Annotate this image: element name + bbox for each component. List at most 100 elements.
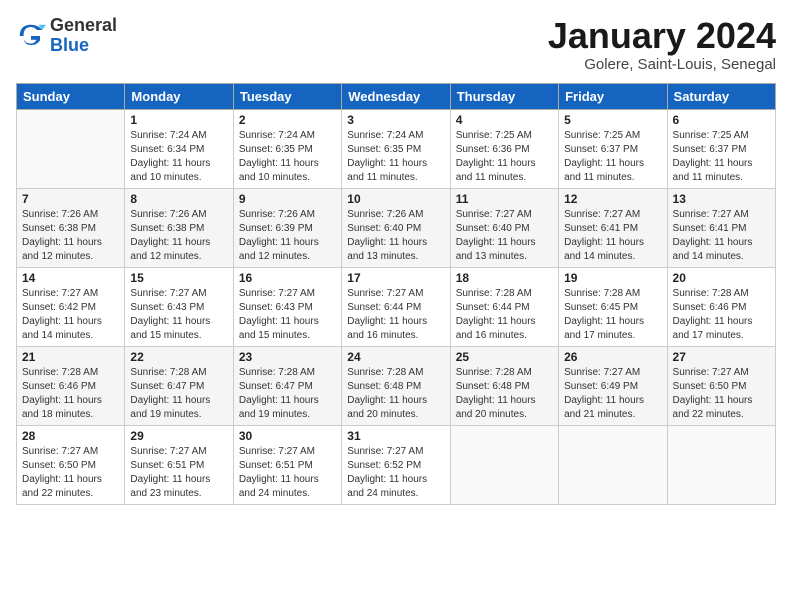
- calendar-cell: 8Sunrise: 7:26 AM Sunset: 6:38 PM Daylig…: [125, 188, 233, 267]
- calendar-cell: 13Sunrise: 7:27 AM Sunset: 6:41 PM Dayli…: [667, 188, 775, 267]
- calendar-cell: 3 Sunrise: 7:24 AM Sunset: 6:35 PM Daylig…: [342, 109, 450, 188]
- calendar-cell: 21Sunrise: 7:28 AM Sunset: 6:46 PM Dayli…: [17, 346, 125, 425]
- day-info: Sunrise: 7:27 AM Sunset: 6:44 PM Dayligh…: [347, 287, 444, 343]
- calendar-cell: [559, 425, 667, 504]
- day-number: 31: [347, 429, 444, 443]
- day-number: 16: [239, 271, 336, 285]
- day-header-tuesday: Tuesday: [233, 83, 341, 109]
- calendar-cell: 22Sunrise: 7:28 AM Sunset: 6:47 PM Dayli…: [125, 346, 233, 425]
- day-number: 12: [564, 192, 661, 206]
- day-number: 23: [239, 350, 336, 364]
- title-block: January 2024 Golere, Saint-Louis, Senega…: [548, 16, 776, 73]
- day-info: Sunrise: 7:28 AM Sunset: 6:48 PM Dayligh…: [456, 366, 553, 422]
- day-info: Sunrise: 7:25 AM Sunset: 6:37 PM Dayligh…: [673, 129, 770, 185]
- day-header-monday: Monday: [125, 83, 233, 109]
- day-header-wednesday: Wednesday: [342, 83, 450, 109]
- calendar-week-5: 28 Sunrise: 7:27 AM Sunset: 6:50 PM Dayli…: [17, 425, 776, 504]
- calendar-cell: 25 Sunrise: 7:28 AM Sunset: 6:48 PM Dayli…: [450, 346, 558, 425]
- calendar-table: SundayMondayTuesdayWednesdayThursdayFrid…: [16, 83, 776, 505]
- day-info: Sunrise: 7:25 AM Sunset: 6:37 PM Dayligh…: [564, 129, 661, 185]
- day-info: Sunrise: 7:26 AM Sunset: 6:39 PM Dayligh…: [239, 208, 336, 264]
- calendar-week-3: 14Sunrise: 7:27 AM Sunset: 6:42 PM Dayli…: [17, 267, 776, 346]
- day-number: 13: [673, 192, 770, 206]
- calendar-cell: 16 Sunrise: 7:27 AM Sunset: 6:43 PM Dayli…: [233, 267, 341, 346]
- calendar-cell: 19 Sunrise: 7:28 AM Sunset: 6:45 PM Dayli…: [559, 267, 667, 346]
- day-info: Sunrise: 7:27 AM Sunset: 6:50 PM Dayligh…: [22, 445, 119, 501]
- day-number: 8: [130, 192, 227, 206]
- day-header-thursday: Thursday: [450, 83, 558, 109]
- day-info: Sunrise: 7:27 AM Sunset: 6:50 PM Dayligh…: [673, 366, 770, 422]
- day-info: Sunrise: 7:26 AM Sunset: 6:38 PM Dayligh…: [22, 208, 119, 264]
- logo: General Blue: [16, 16, 117, 56]
- day-number: 3: [347, 113, 444, 127]
- day-info: Sunrise: 7:25 AM Sunset: 6:36 PM Dayligh…: [456, 129, 553, 185]
- calendar-cell: 18 Sunrise: 7:28 AM Sunset: 6:44 PM Dayli…: [450, 267, 558, 346]
- calendar-cell: [450, 425, 558, 504]
- calendar-cell: 4 Sunrise: 7:25 AM Sunset: 6:36 PM Daylig…: [450, 109, 558, 188]
- day-info: Sunrise: 7:27 AM Sunset: 6:40 PM Dayligh…: [456, 208, 553, 264]
- day-info: Sunrise: 7:27 AM Sunset: 6:43 PM Dayligh…: [239, 287, 336, 343]
- day-info: Sunrise: 7:28 AM Sunset: 6:46 PM Dayligh…: [22, 366, 119, 422]
- calendar-cell: 23 Sunrise: 7:28 AM Sunset: 6:47 PM Dayli…: [233, 346, 341, 425]
- day-info: Sunrise: 7:27 AM Sunset: 6:41 PM Dayligh…: [564, 208, 661, 264]
- day-number: 18: [456, 271, 553, 285]
- page-container: General Blue January 2024 Golere, Saint-…: [0, 0, 792, 612]
- day-info: Sunrise: 7:26 AM Sunset: 6:40 PM Dayligh…: [347, 208, 444, 264]
- day-header-friday: Friday: [559, 83, 667, 109]
- day-header-saturday: Saturday: [667, 83, 775, 109]
- day-number: 10: [347, 192, 444, 206]
- day-info: Sunrise: 7:28 AM Sunset: 6:48 PM Dayligh…: [347, 366, 444, 422]
- day-number: 14: [22, 271, 119, 285]
- day-number: 25: [456, 350, 553, 364]
- day-info: Sunrise: 7:28 AM Sunset: 6:45 PM Dayligh…: [564, 287, 661, 343]
- day-number: 2: [239, 113, 336, 127]
- day-info: Sunrise: 7:28 AM Sunset: 6:47 PM Dayligh…: [239, 366, 336, 422]
- calendar-cell: 1 Sunrise: 7:24 AM Sunset: 6:34 PM Daylig…: [125, 109, 233, 188]
- calendar-cell: 31 Sunrise: 7:27 AM Sunset: 6:52 PM Dayli…: [342, 425, 450, 504]
- day-number: 19: [564, 271, 661, 285]
- day-number: 6: [673, 113, 770, 127]
- header: General Blue January 2024 Golere, Saint-…: [16, 16, 776, 73]
- calendar-cell: 24 Sunrise: 7:28 AM Sunset: 6:48 PM Dayli…: [342, 346, 450, 425]
- calendar-cell: 10 Sunrise: 7:26 AM Sunset: 6:40 PM Dayli…: [342, 188, 450, 267]
- days-header-row: SundayMondayTuesdayWednesdayThursdayFrid…: [17, 83, 776, 109]
- calendar-cell: 15Sunrise: 7:27 AM Sunset: 6:43 PM Dayli…: [125, 267, 233, 346]
- logo-icon: [16, 21, 46, 51]
- day-info: Sunrise: 7:27 AM Sunset: 6:43 PM Dayligh…: [130, 287, 227, 343]
- logo-blue-text: Blue: [50, 35, 89, 55]
- logo-general-text: General: [50, 15, 117, 35]
- calendar-cell: 29Sunrise: 7:27 AM Sunset: 6:51 PM Dayli…: [125, 425, 233, 504]
- calendar-cell: 6 Sunrise: 7:25 AM Sunset: 6:37 PM Daylig…: [667, 109, 775, 188]
- day-number: 24: [347, 350, 444, 364]
- day-number: 27: [673, 350, 770, 364]
- calendar-week-1: 1 Sunrise: 7:24 AM Sunset: 6:34 PM Daylig…: [17, 109, 776, 188]
- calendar-cell: 20Sunrise: 7:28 AM Sunset: 6:46 PM Dayli…: [667, 267, 775, 346]
- day-info: Sunrise: 7:28 AM Sunset: 6:46 PM Dayligh…: [673, 287, 770, 343]
- day-number: 1: [130, 113, 227, 127]
- day-info: Sunrise: 7:27 AM Sunset: 6:51 PM Dayligh…: [239, 445, 336, 501]
- day-number: 7: [22, 192, 119, 206]
- day-number: 4: [456, 113, 553, 127]
- day-number: 11: [456, 192, 553, 206]
- day-info: Sunrise: 7:27 AM Sunset: 6:49 PM Dayligh…: [564, 366, 661, 422]
- day-number: 28: [22, 429, 119, 443]
- calendar-cell: 7 Sunrise: 7:26 AM Sunset: 6:38 PM Daylig…: [17, 188, 125, 267]
- calendar-cell: 2Sunrise: 7:24 AM Sunset: 6:35 PM Daylig…: [233, 109, 341, 188]
- day-number: 17: [347, 271, 444, 285]
- calendar-cell: 26Sunrise: 7:27 AM Sunset: 6:49 PM Dayli…: [559, 346, 667, 425]
- calendar-cell: 14Sunrise: 7:27 AM Sunset: 6:42 PM Dayli…: [17, 267, 125, 346]
- calendar-cell: [667, 425, 775, 504]
- day-info: Sunrise: 7:24 AM Sunset: 6:34 PM Dayligh…: [130, 129, 227, 185]
- day-info: Sunrise: 7:28 AM Sunset: 6:44 PM Dayligh…: [456, 287, 553, 343]
- calendar-cell: 27 Sunrise: 7:27 AM Sunset: 6:50 PM Dayli…: [667, 346, 775, 425]
- location: Golere, Saint-Louis, Senegal: [548, 56, 776, 73]
- day-info: Sunrise: 7:27 AM Sunset: 6:52 PM Dayligh…: [347, 445, 444, 501]
- day-info: Sunrise: 7:27 AM Sunset: 6:51 PM Dayligh…: [130, 445, 227, 501]
- day-info: Sunrise: 7:28 AM Sunset: 6:47 PM Dayligh…: [130, 366, 227, 422]
- calendar-cell: 5Sunrise: 7:25 AM Sunset: 6:37 PM Daylig…: [559, 109, 667, 188]
- calendar-week-4: 21Sunrise: 7:28 AM Sunset: 6:46 PM Dayli…: [17, 346, 776, 425]
- day-header-sunday: Sunday: [17, 83, 125, 109]
- day-info: Sunrise: 7:24 AM Sunset: 6:35 PM Dayligh…: [347, 129, 444, 185]
- month-title: January 2024: [548, 16, 776, 56]
- calendar-cell: 28 Sunrise: 7:27 AM Sunset: 6:50 PM Dayli…: [17, 425, 125, 504]
